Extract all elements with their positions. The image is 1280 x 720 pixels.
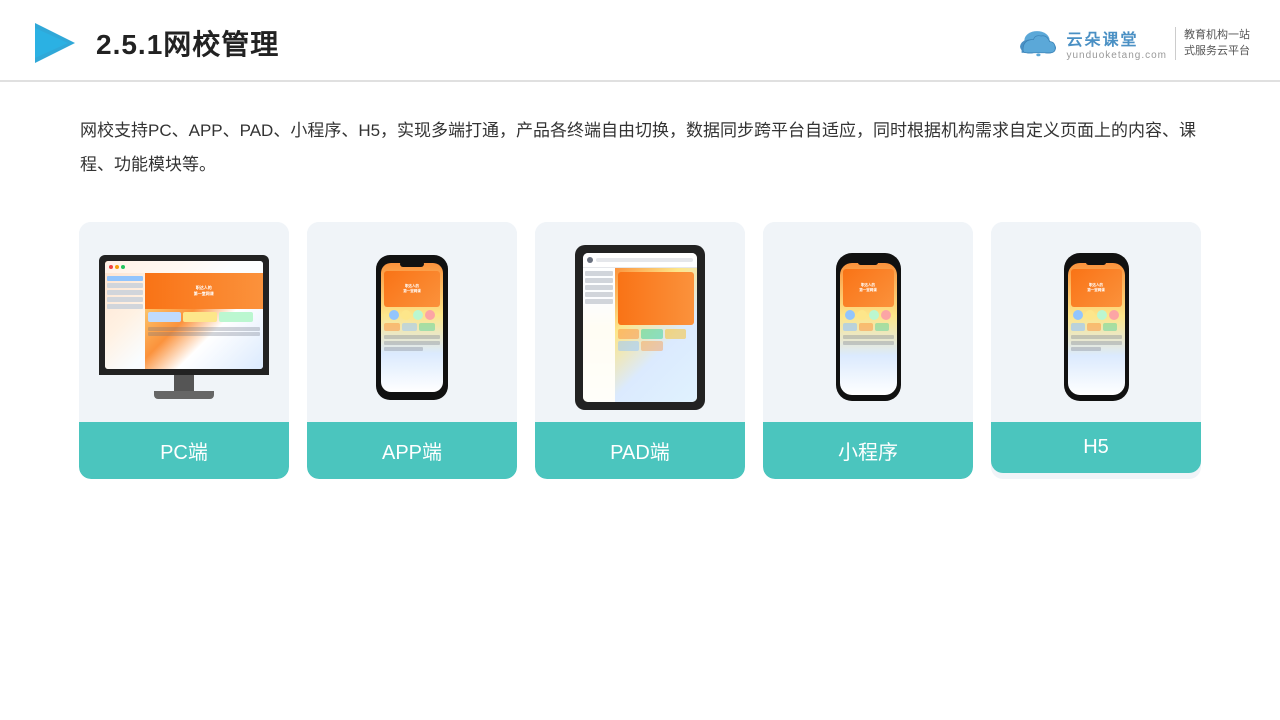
card-pad-image [535, 222, 745, 422]
card-h5-image: 职达人的第一堂网课 [991, 222, 1201, 422]
card-app-image: 职达人的第一堂网课 [307, 222, 517, 422]
brand-url: yunduoketang.com [1066, 50, 1167, 61]
brand-text: 云朵课堂 yunduoketang.com [1066, 26, 1167, 61]
cards-container: 职达人的第一堂网课 [0, 202, 1280, 499]
brand-slogan-box: 教育机构一站 式服务云平台 [1175, 27, 1250, 60]
tablet-pad-icon [575, 245, 705, 410]
cloud-brand-icon [1016, 29, 1058, 57]
card-pc-label: PC端 [79, 422, 289, 479]
pc-monitor-icon: 职达人的第一堂网课 [99, 255, 269, 399]
card-miniprogram-image: 职达人的第一堂网课 [763, 222, 973, 422]
card-miniprogram-label: 小程序 [763, 422, 973, 479]
phone-h5-icon: 职达人的第一堂网课 [1064, 253, 1129, 401]
header: 2.5.1网校管理 云朵课堂 yunduoketang.com 教育机构一站 [0, 0, 1280, 82]
brand-name: 云朵课堂 [1066, 26, 1167, 50]
brand-slogan-line1: 教育机构一站 [1184, 27, 1250, 44]
phone-app-icon: 职达人的第一堂网课 [376, 255, 448, 400]
logo-arrow-icon [30, 18, 80, 68]
card-miniprogram: 职达人的第一堂网课 [763, 222, 973, 479]
header-right: 云朵课堂 yunduoketang.com 教育机构一站 式服务云平台 [1016, 26, 1250, 61]
card-app-label: APP端 [307, 422, 517, 479]
description-text: 网校支持PC、APP、PAD、小程序、H5，实现多端打通，产品各终端自由切换，数… [0, 82, 1280, 202]
card-pad-label: PAD端 [535, 422, 745, 479]
card-pad: PAD端 [535, 222, 745, 479]
header-left: 2.5.1网校管理 [30, 18, 279, 68]
card-h5-label: H5 [991, 422, 1201, 473]
card-pc: 职达人的第一堂网课 [79, 222, 289, 479]
page-title: 2.5.1网校管理 [96, 23, 279, 63]
phone-miniprogram-icon: 职达人的第一堂网课 [836, 253, 901, 401]
card-pc-image: 职达人的第一堂网课 [79, 222, 289, 422]
brand-slogan-line2: 式服务云平台 [1184, 43, 1250, 60]
card-app: 职达人的第一堂网课 [307, 222, 517, 479]
card-h5: 职达人的第一堂网课 [991, 222, 1201, 479]
